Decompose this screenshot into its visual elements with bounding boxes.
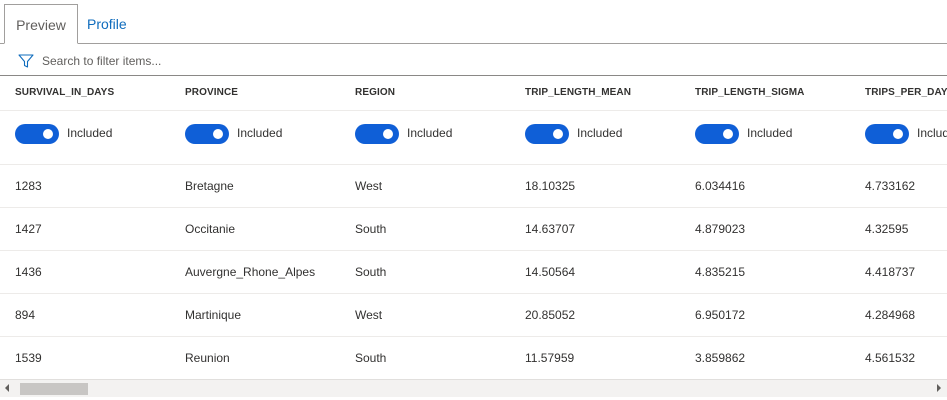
row-divider <box>0 110 947 111</box>
toggle-knob <box>723 129 733 139</box>
table-cell: 14.50564 <box>525 265 576 279</box>
table-cell: 14.63707 <box>525 222 576 236</box>
scroll-right-arrow-icon[interactable] <box>937 384 941 392</box>
table-cell: 4.561532 <box>865 351 916 365</box>
table-cell: 4.284968 <box>865 308 916 322</box>
column-header[interactable]: TRIPS_PER_DAY_M <box>865 87 947 98</box>
table-cell: Auvergne_Rhone_Alpes <box>185 265 316 279</box>
table-cell: South <box>355 265 387 279</box>
row-divider <box>0 207 947 208</box>
include-toggle[interactable] <box>355 124 399 144</box>
table-cell: West <box>355 179 383 193</box>
table-cell: 1539 <box>15 351 42 365</box>
table-cell: 3.859862 <box>695 351 746 365</box>
table-cell: 4.32595 <box>865 222 909 236</box>
toggle-knob <box>43 129 53 139</box>
toggle-label: Included <box>407 126 453 140</box>
row-divider <box>0 250 947 251</box>
table-cell: 6.950172 <box>695 308 746 322</box>
include-toggle[interactable] <box>525 124 569 144</box>
toggle-label: Included <box>747 126 793 140</box>
data-grid: SURVIVAL_IN_DAYS Included PROVINCE Included… <box>0 76 947 379</box>
table-cell: 1283 <box>15 179 42 193</box>
toggle-knob <box>553 129 563 139</box>
toggle-label: Included <box>67 126 113 140</box>
table-cell: South <box>355 351 387 365</box>
table-cell: 4.733162 <box>865 179 916 193</box>
table-cell: Bretagne <box>185 179 234 193</box>
include-toggle[interactable] <box>695 124 739 144</box>
table-cell: South <box>355 222 387 236</box>
row-divider <box>0 293 947 294</box>
tab-bar: Preview Profile <box>0 0 947 44</box>
row-divider <box>0 164 947 165</box>
include-toggle[interactable] <box>185 124 229 144</box>
scroll-left-arrow-icon[interactable] <box>5 384 9 392</box>
table-cell: Occitanie <box>185 222 236 236</box>
table-cell: Reunion <box>185 351 230 365</box>
horizontal-scrollbar[interactable] <box>0 379 947 397</box>
toggle-label: Included <box>577 126 623 140</box>
table-cell: 6.034416 <box>695 179 746 193</box>
table-cell: 894 <box>15 308 36 322</box>
column-header[interactable]: TRIP_LENGTH_SIGMA <box>695 87 805 98</box>
table-cell: 1427 <box>15 222 42 236</box>
table-cell: 20.85052 <box>525 308 576 322</box>
table-cell: 4.879023 <box>695 222 746 236</box>
table-cell: 4.418737 <box>865 265 916 279</box>
search-input[interactable] <box>42 51 642 71</box>
row-divider <box>0 336 947 337</box>
column-header[interactable]: SURVIVAL_IN_DAYS <box>15 87 114 98</box>
table-cell: West <box>355 308 383 322</box>
scrollbar-thumb[interactable] <box>20 383 88 395</box>
toggle-label: Included <box>917 126 947 140</box>
include-toggle[interactable] <box>865 124 909 144</box>
table-cell: 11.57959 <box>525 351 575 365</box>
toggle-knob <box>213 129 223 139</box>
table-cell: 4.835215 <box>695 265 746 279</box>
tab-profile[interactable]: Profile <box>87 4 127 44</box>
toggle-knob <box>383 129 393 139</box>
column-header[interactable]: PROVINCE <box>185 87 238 98</box>
table-cell: 18.10325 <box>525 179 576 193</box>
tab-preview[interactable]: Preview <box>4 4 78 44</box>
column-header[interactable]: TRIP_LENGTH_MEAN <box>525 87 631 98</box>
table-cell: 1436 <box>15 265 42 279</box>
toggle-label: Included <box>237 126 283 140</box>
filter-icon[interactable] <box>18 53 34 69</box>
include-toggle[interactable] <box>15 124 59 144</box>
column-header[interactable]: REGION <box>355 87 395 98</box>
toggle-knob <box>893 129 903 139</box>
table-cell: Martinique <box>185 308 242 322</box>
tab-divider <box>0 43 947 44</box>
